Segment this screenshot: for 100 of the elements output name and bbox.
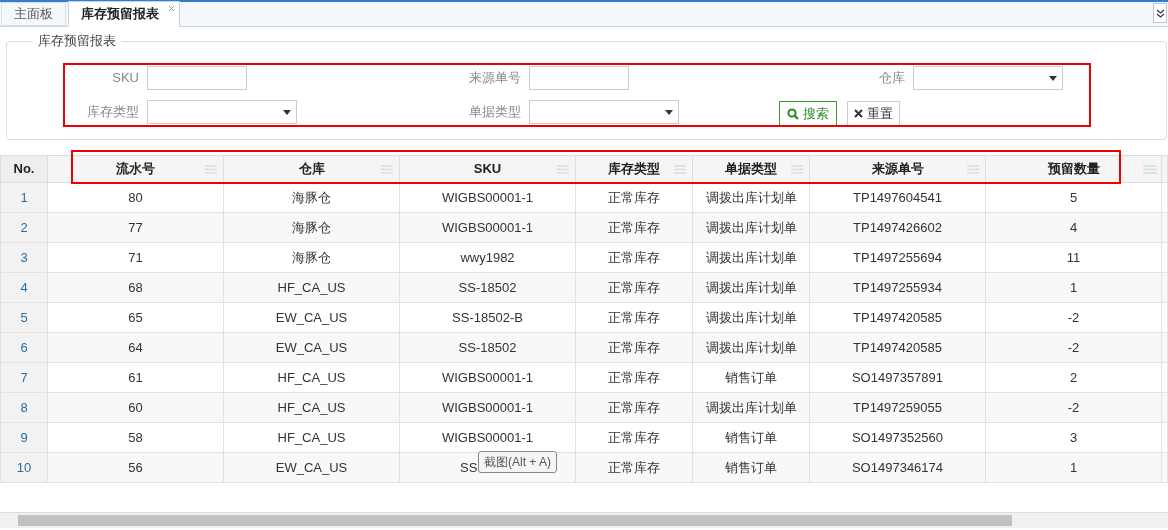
table-cell: WIGBS00001-1 [441, 189, 533, 205]
table-cell: WIGBS00001-1 [441, 219, 533, 235]
scrollbar-thumb[interactable] [18, 515, 1012, 526]
table-cell: 销售订单 [725, 429, 777, 445]
table-cell: 65 [128, 309, 143, 325]
table-cell: 4 [1069, 219, 1078, 235]
table-cell: 1 [1069, 279, 1078, 295]
column-header: No. [13, 161, 35, 177]
field-label: 仓库 [878, 69, 905, 87]
table-cell: SS-18502 [458, 279, 517, 295]
table-cell: 调拨出库计划单 [705, 279, 797, 295]
table-cell: 60 [128, 399, 143, 415]
table-cell: 调拨出库计划单 [705, 249, 797, 265]
table-cell: 61 [128, 369, 143, 385]
reset-button[interactable]: 重置 [847, 101, 900, 126]
column-menu-icon[interactable] [791, 165, 803, 174]
table-cell: 2 [1069, 369, 1078, 385]
column-menu-icon[interactable] [674, 165, 686, 174]
table-cell: 58 [128, 429, 143, 445]
column-header: 预留数量 [1047, 161, 1100, 177]
table-cell: HF_CA_US [277, 429, 346, 445]
table-cell: 销售订单 [725, 459, 777, 475]
table-cell: TP1497255934 [853, 279, 942, 295]
dropdown-arrow-icon [1049, 76, 1057, 81]
table-cell: 正常库存 [608, 399, 660, 415]
table-cell: -2 [1067, 339, 1080, 355]
table-cell: HF_CA_US [277, 279, 346, 295]
table-cell: 调拨出库计划单 [705, 309, 797, 325]
table-cell: wwy1982 [460, 249, 515, 265]
table-cell: 正常库存 [608, 249, 660, 265]
horizontal-scrollbar[interactable] [0, 512, 1168, 528]
column-header: 单据类型 [725, 161, 777, 177]
table-cell: 71 [128, 249, 143, 265]
table-cell: TP1497259055 [853, 399, 942, 415]
table-cell: 56 [128, 459, 143, 475]
panel-title: 库存预留报表 [33, 33, 121, 49]
field-label: SKU [111, 69, 139, 87]
table-cell: 销售订单 [725, 369, 777, 385]
table-cell: 正常库存 [608, 309, 660, 325]
row-number: 3 [20, 249, 28, 265]
column-menu-icon[interactable] [381, 165, 393, 174]
table-cell: SS [460, 459, 478, 475]
table-cell: 1 [1069, 459, 1078, 475]
table-cell: 68 [128, 279, 143, 295]
table-cell: SO1497352560 [851, 429, 944, 445]
column-header: 流水号 [116, 161, 155, 177]
tooltip: 截图(Alt + A) [478, 451, 557, 473]
tab-list-button[interactable] [1153, 3, 1167, 23]
dropdown-arrow-icon [665, 110, 673, 115]
table-cell: TP1497420585 [853, 339, 942, 355]
column-menu-icon[interactable] [205, 165, 217, 174]
table-cell: SS-18502-B [452, 309, 523, 325]
row-number: 4 [20, 279, 28, 295]
table-cell: 调拨出库计划单 [705, 219, 797, 235]
field-label: 单据类型 [468, 103, 521, 121]
column-menu-icon[interactable] [967, 165, 979, 174]
text-field[interactable] [529, 66, 629, 90]
close-icon [854, 109, 863, 118]
column-menu-icon[interactable] [557, 165, 569, 174]
table-cell: EW_CA_US [275, 459, 348, 475]
table-cell: 正常库存 [608, 339, 660, 355]
table-cell: 海豚仓 [292, 189, 331, 205]
dropdown-field[interactable] [913, 66, 1063, 90]
close-icon[interactable] [168, 5, 175, 12]
table-cell: TP1497420585 [853, 309, 942, 325]
table-cell: 调拨出库计划单 [705, 339, 797, 355]
text-field[interactable] [147, 66, 247, 90]
field-label: 来源单号 [468, 69, 521, 87]
column-header: 仓库 [298, 161, 325, 177]
table-cell: WIGBS00001-1 [441, 429, 533, 445]
table-cell: 77 [128, 219, 143, 235]
table-cell: SO1497346174 [851, 459, 944, 475]
table-cell: 调拨出库计划单 [705, 399, 797, 415]
table-cell: -2 [1067, 399, 1080, 415]
table-cell: 海豚仓 [292, 219, 331, 235]
table-cell: TP1497426602 [853, 219, 942, 235]
row-number: 2 [20, 219, 28, 235]
column-header: SKU [473, 161, 502, 177]
table-cell: WIGBS00001-1 [441, 399, 533, 415]
table-cell: 调拨出库计划单 [705, 189, 797, 205]
table-cell: 正常库存 [608, 369, 660, 385]
table-cell: 64 [128, 339, 143, 355]
tab[interactable]: 主面板 [1, 2, 66, 26]
double-chevron-icon [1155, 8, 1165, 18]
table-cell: EW_CA_US [275, 309, 348, 325]
dropdown-field[interactable] [529, 100, 679, 124]
row-number: 5 [20, 309, 28, 325]
table-cell: TP1497604541 [853, 189, 942, 205]
table-cell: SS-18502 [458, 339, 517, 355]
tab[interactable]: 库存预留报表 [68, 1, 180, 27]
table-cell: 5 [1069, 189, 1078, 205]
table-cell: 11 [1066, 249, 1081, 265]
column-header: 库存类型 [608, 161, 660, 177]
dropdown-field[interactable] [147, 100, 297, 124]
search-button[interactable]: 搜索 [779, 101, 837, 126]
search-icon [787, 107, 799, 120]
table-cell: 正常库存 [608, 279, 660, 295]
table-cell: 80 [128, 189, 143, 205]
row-number: 8 [20, 399, 28, 415]
table-cell: 正常库存 [608, 219, 660, 235]
